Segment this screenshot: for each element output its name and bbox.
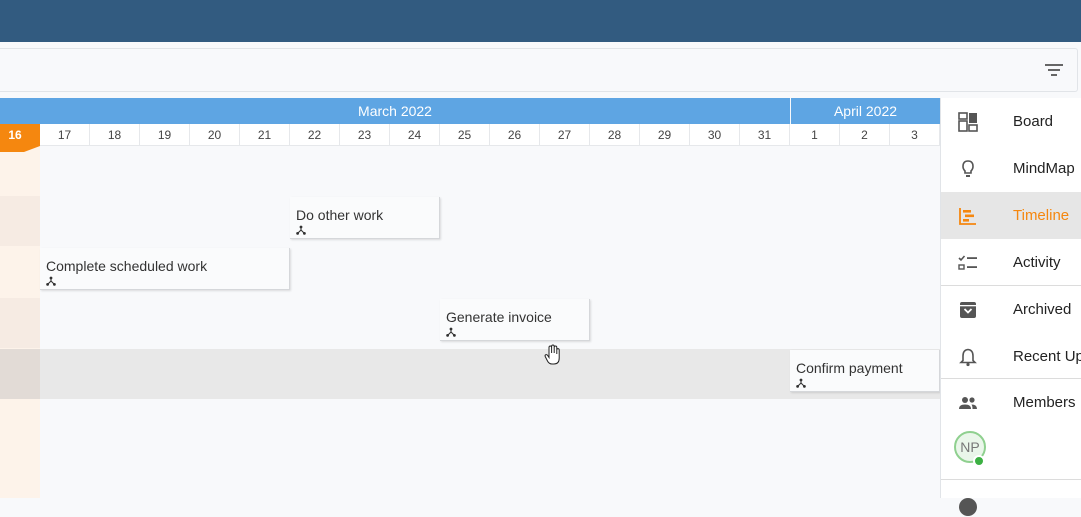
day-cell: 26: [490, 124, 540, 146]
day-cell: 29: [640, 124, 690, 146]
task-label: Confirm payment: [796, 360, 903, 376]
day-cell: 24: [390, 124, 440, 146]
day-cell: 21: [240, 124, 290, 146]
checklist-icon: [958, 254, 977, 270]
day-cell: 2: [840, 124, 890, 146]
sidebar-item-label: Archived: [1013, 301, 1072, 318]
sidebar-item-board[interactable]: Board: [941, 98, 1081, 145]
day-cell: 22: [290, 124, 340, 146]
sidebar-item-mindmap[interactable]: MindMap: [941, 145, 1081, 192]
sidebar-item-timeline[interactable]: Timeline: [941, 192, 1081, 239]
day-cell: 27: [540, 124, 590, 146]
archive-icon: [960, 301, 976, 318]
info-icon: [959, 498, 977, 516]
task-bar-generate-invoice[interactable]: Generate invoice: [440, 299, 590, 341]
sidebar-item-label: Recent Up: [1013, 348, 1081, 365]
filter-bar: [0, 48, 1078, 92]
app-header-bar: [0, 0, 1081, 42]
today-row-shade: [0, 196, 40, 246]
day-today: 16: [0, 124, 40, 146]
filter-icon[interactable]: [1045, 63, 1063, 77]
day-cell: 25: [440, 124, 490, 146]
dependency-icon[interactable]: [46, 276, 56, 286]
hand-cursor-icon: [544, 344, 560, 365]
task-label: Generate invoice: [446, 309, 552, 325]
day-cell: 1: [790, 124, 840, 146]
sidebar-item-partial[interactable]: [941, 486, 1081, 516]
task-label: Do other work: [296, 207, 384, 223]
day-cell: 20: [190, 124, 240, 146]
day-cell: 3: [890, 124, 940, 146]
task-bar-complete-scheduled-work[interactable]: Complete scheduled work: [40, 248, 290, 290]
sidebar-item-label: Activity: [1013, 254, 1061, 271]
task-bar-do-other-work[interactable]: Do other work: [290, 197, 440, 239]
dependency-icon[interactable]: [296, 225, 306, 235]
month-label-april: April 2022: [791, 98, 940, 124]
sidebar-item-activity[interactable]: Activity: [941, 239, 1081, 286]
today-row-shade: [0, 349, 40, 399]
people-icon: [959, 396, 977, 409]
day-cell: 28: [590, 124, 640, 146]
sidebar-divider: [941, 479, 1081, 480]
board-sidebar: Board MindMap Timeline Activity Archived…: [940, 98, 1081, 516]
online-status-indicator: [973, 455, 985, 467]
day-header: 16 17 18 19 20 21 22 23 24 25 26 27 28 2…: [0, 124, 940, 146]
today-row-shade: [0, 298, 40, 348]
day-cell: 23: [340, 124, 390, 146]
lightbulb-icon: [962, 159, 974, 177]
timeline-icon: [959, 207, 976, 225]
day-cell: 17: [40, 124, 90, 146]
month-header: March 2022 April 2022: [0, 98, 940, 124]
sidebar-item-archived[interactable]: Archived: [941, 286, 1081, 333]
sidebar-item-label: Timeline: [1013, 207, 1070, 224]
sidebar-item-recent-updates[interactable]: Recent Up: [941, 333, 1081, 380]
task-bar-confirm-payment[interactable]: Confirm payment: [790, 350, 940, 392]
day-cell: 18: [90, 124, 140, 146]
day-cell: 31: [740, 124, 790, 146]
day-cell: 30: [690, 124, 740, 146]
dependency-icon[interactable]: [796, 378, 806, 388]
sidebar-item-label: MindMap: [1013, 160, 1075, 177]
dependency-icon[interactable]: [446, 327, 456, 337]
month-label-march: March 2022: [0, 98, 790, 124]
sidebar-item-label: Members: [1013, 394, 1076, 411]
sidebar-item-label: Board: [1013, 113, 1054, 130]
day-cell: 19: [140, 124, 190, 146]
sidebar-item-members[interactable]: Members: [941, 379, 1081, 426]
board-icon: [958, 111, 978, 132]
bell-icon: [959, 348, 977, 366]
task-label: Complete scheduled work: [46, 258, 208, 274]
today-marker-icon: [0, 146, 40, 152]
